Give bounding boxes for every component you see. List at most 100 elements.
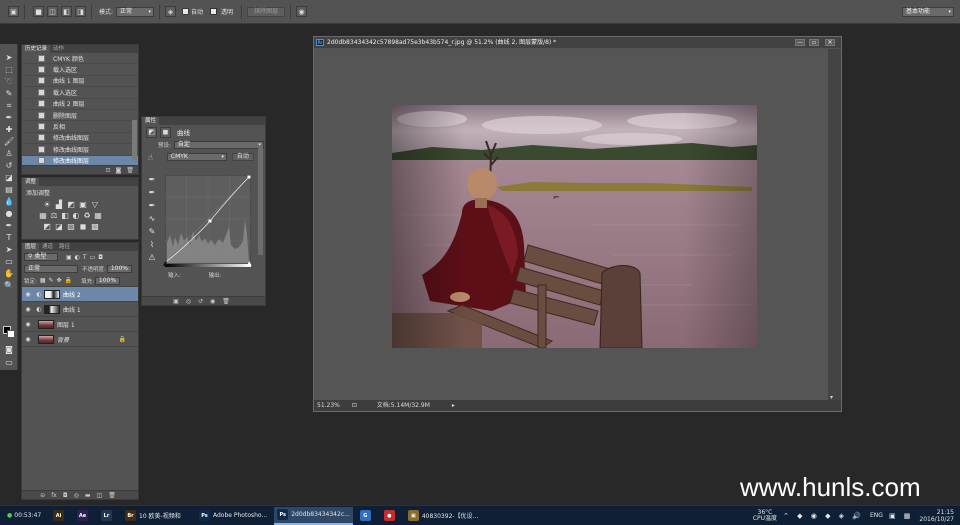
- layer-row[interactable]: ◉ 背景 🔒: [22, 332, 138, 347]
- selective-color-icon[interactable]: ◼: [78, 221, 88, 231]
- lock-icons[interactable]: ▦✎✥🔒: [40, 277, 75, 284]
- history-item[interactable]: 载入选区: [22, 87, 138, 99]
- close-button[interactable]: ✕: [825, 39, 835, 46]
- add-selection-icon[interactable]: ◫: [47, 6, 58, 17]
- photo-image[interactable]: [392, 105, 757, 348]
- mask-icon[interactable]: ◼: [160, 126, 171, 138]
- taskbar-app[interactable]: Ps 2d0db83434342c...: [274, 506, 353, 525]
- document-canvas[interactable]: ⌐: [315, 49, 829, 401]
- healing-tool-icon[interactable]: ✚: [0, 124, 18, 136]
- shape-tool-icon[interactable]: ▭: [0, 256, 18, 268]
- visibility-icon[interactable]: ◉: [210, 298, 215, 305]
- channel-mixer-icon[interactable]: ♻: [82, 210, 92, 220]
- document-tab[interactable]: Ps 2d0db83434342c57898ad75e3b43b574_r.jp…: [314, 37, 841, 48]
- screen-mode-icon[interactable]: ▭: [0, 357, 18, 369]
- threshold-icon[interactable]: ▨: [66, 221, 76, 231]
- hand-tool-icon[interactable]: ✋: [0, 268, 18, 280]
- curve-point-icon[interactable]: ∿: [147, 212, 157, 225]
- new-document-icon[interactable]: ⊡: [106, 167, 111, 174]
- taskbar-app[interactable]: Br 10 欧美-视频和: [122, 507, 192, 525]
- trash-icon[interactable]: 🗑: [108, 492, 116, 499]
- background-color-swatch[interactable]: [7, 330, 15, 338]
- tab-channels[interactable]: 通道: [39, 243, 56, 251]
- new-selection-icon[interactable]: ■: [33, 6, 44, 17]
- system-clock[interactable]: 21:15 2016/10/27: [916, 507, 960, 525]
- eye-icon[interactable]: ◉: [22, 336, 34, 343]
- language-indicator[interactable]: ENG: [867, 507, 886, 525]
- layer-thumbnail[interactable]: [38, 319, 54, 329]
- gradient-map-icon[interactable]: ▩: [90, 221, 100, 231]
- crop-tool-icon[interactable]: ⌗: [0, 100, 18, 112]
- warning-icon[interactable]: ⚠: [147, 251, 157, 264]
- layer-row[interactable]: ◉ ◐ 曲线 1: [22, 302, 138, 317]
- intersect-selection-icon[interactable]: ◨: [75, 6, 86, 17]
- eyedropper-white-icon[interactable]: ✒: [147, 199, 157, 212]
- color-balance-icon[interactable]: ⚖: [49, 210, 59, 220]
- layer-mask-thumbnail[interactable]: [44, 289, 60, 299]
- history-item[interactable]: 修改曲线图层: [22, 144, 138, 156]
- eyedropper-black-icon[interactable]: ✒: [147, 173, 157, 186]
- pencil-icon[interactable]: ✎: [147, 225, 157, 238]
- history-item[interactable]: 载入选区: [22, 64, 138, 76]
- stamp-tool-icon[interactable]: ♙: [0, 148, 18, 160]
- hue-saturation-icon[interactable]: ▦: [38, 210, 48, 220]
- tray-icons[interactable]: ⌃ ◆ ◉ ◆ ◈ 🔊: [780, 507, 867, 525]
- black-point-slider[interactable]: ▲: [163, 260, 168, 267]
- minimize-button[interactable]: —: [795, 39, 805, 46]
- lasso-tool-icon[interactable]: ➰: [0, 76, 18, 88]
- tab-actions[interactable]: 动作: [50, 45, 67, 53]
- view-previous-icon[interactable]: ◎: [186, 298, 191, 305]
- curve-point[interactable]: [247, 175, 251, 179]
- eye-icon[interactable]: ◉: [22, 321, 34, 328]
- history-item[interactable]: 曲线 1 图层: [22, 76, 138, 88]
- clip-to-layer-icon[interactable]: ▣: [173, 298, 179, 305]
- fx-icon[interactable]: fx: [51, 492, 57, 499]
- invert-icon[interactable]: ◩: [42, 221, 52, 231]
- tab-properties[interactable]: 属性: [142, 117, 160, 125]
- marquee-tool-icon[interactable]: ⬚: [0, 64, 18, 76]
- tray-extra-icons[interactable]: ▣ ▦: [886, 507, 916, 525]
- history-item[interactable]: 反相: [22, 121, 138, 133]
- filter-icons[interactable]: ▣◐T▭◘: [66, 254, 106, 261]
- link-layers-icon[interactable]: ⊝: [40, 492, 45, 499]
- levels-icon[interactable]: ▟: [54, 199, 64, 209]
- maximize-button[interactable]: ▫: [809, 39, 819, 46]
- black-white-icon[interactable]: ◧: [60, 210, 70, 220]
- taskbar-app[interactable]: ●: [381, 507, 401, 525]
- preset-select[interactable]: 自定▾: [173, 141, 264, 149]
- tab-history[interactable]: 历史记录: [22, 45, 51, 53]
- subtract-selection-icon[interactable]: ◧: [61, 6, 72, 17]
- brightness-icon[interactable]: ☀: [42, 199, 52, 209]
- vibrance-icon[interactable]: ▽: [90, 199, 100, 209]
- history-scrollbar[interactable]: [132, 120, 137, 160]
- eye-icon[interactable]: ◉: [22, 291, 34, 298]
- status-arrow-icon[interactable]: ▸: [452, 402, 455, 409]
- eraser-tool-icon[interactable]: ◪: [0, 172, 18, 184]
- taskbar-app[interactable]: Ae: [74, 507, 94, 525]
- reset-icon[interactable]: ↺: [198, 298, 203, 305]
- type-tool-icon[interactable]: T: [0, 232, 18, 244]
- history-brush-tool-icon[interactable]: ↺: [0, 160, 18, 172]
- tab-adjustments[interactable]: 调整: [22, 178, 40, 186]
- pressure-icon[interactable]: ◉: [296, 6, 308, 17]
- layer-row[interactable]: ◉ 图层 1: [22, 317, 138, 332]
- workspace-select[interactable]: 基本功能 ▾: [902, 6, 954, 17]
- tool-preset-icon[interactable]: ▣: [8, 6, 19, 17]
- gradient-tool-icon[interactable]: ▤: [0, 184, 18, 196]
- auto-button[interactable]: 自动: [231, 153, 254, 161]
- trash-icon[interactable]: 🗑: [222, 298, 230, 305]
- curves-graph[interactable]: [165, 175, 251, 263]
- layer-mask-thumbnail[interactable]: [44, 304, 60, 314]
- target-adjust-icon[interactable]: ☝: [148, 153, 153, 162]
- zoom-tool-icon[interactable]: 🔍: [0, 280, 18, 292]
- erase-layer-button[interactable]: 抹除图层: [247, 6, 286, 17]
- posterize-icon[interactable]: ◪: [54, 221, 64, 231]
- taskbar-app[interactable]: Ps Adobe Photosho...: [196, 507, 270, 525]
- taskbar-app[interactable]: G: [357, 507, 377, 525]
- properties-scrollbar[interactable]: [258, 145, 263, 255]
- adjustment-layer-icon[interactable]: ◎: [74, 492, 79, 499]
- dodge-tool-icon[interactable]: ●: [0, 208, 18, 220]
- color-lookup-icon[interactable]: ▦: [93, 210, 103, 220]
- eye-icon[interactable]: ◉: [22, 306, 34, 313]
- transparent-checkbox[interactable]: [210, 8, 218, 15]
